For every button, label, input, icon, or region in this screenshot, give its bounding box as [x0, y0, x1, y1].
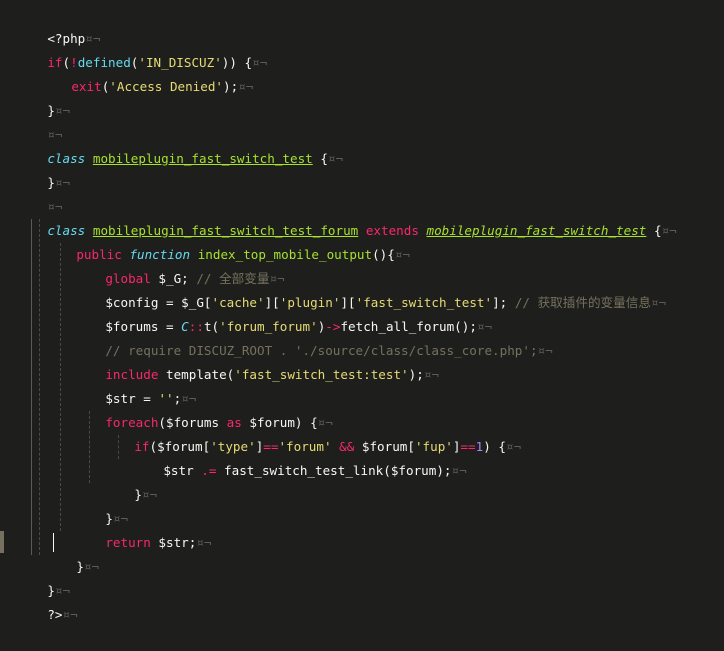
- punct: );: [223, 79, 239, 94]
- code-line[interactable]: }¤¬: [17, 555, 70, 598]
- whitespace-marker: ¤¬: [661, 223, 677, 238]
- code-line[interactable]: $forums = C::t('forum_forum')->fetch_all…: [75, 291, 492, 334]
- code-line[interactable]: if($forum['type']=='forum' && $forum['fu…: [104, 411, 521, 454]
- code-line[interactable]: }¤¬: [17, 75, 70, 118]
- whitespace-marker: ¤¬: [650, 295, 667, 310]
- code-line[interactable]: }¤¬: [104, 459, 157, 502]
- code-line[interactable]: return $str;¤¬: [75, 507, 211, 550]
- code-line[interactable]: class mobileplugin_fast_switch_test {¤¬: [17, 123, 343, 166]
- keyword: exit: [71, 79, 102, 94]
- variable: $str: [163, 463, 194, 478]
- code-line[interactable]: foreach($forums as $forum) {¤¬: [75, 387, 333, 430]
- php-close-tag: ?>: [47, 607, 63, 622]
- operator: .=: [193, 463, 225, 478]
- code-line[interactable]: $config = $_G['cache']['plugin']['fast_s…: [75, 267, 666, 310]
- whitespace-marker: ¤¬: [423, 367, 439, 382]
- class-name: mobileplugin_fast_switch_test: [92, 151, 313, 166]
- whitespace-marker: ¤¬: [141, 487, 158, 502]
- whitespace-marker: ¤¬: [252, 55, 268, 70]
- code-line[interactable]: public function index_top_mobile_output(…: [46, 219, 410, 262]
- keyword: return: [105, 535, 151, 550]
- code-line[interactable]: ¤¬: [17, 171, 62, 214]
- whitespace-marker: ¤¬: [83, 559, 100, 574]
- current-line-marker: [0, 531, 4, 553]
- code-line[interactable]: include template('fast_switch_test:test'…: [75, 339, 439, 382]
- code-line[interactable]: }¤¬: [17, 147, 70, 190]
- brace: {: [646, 223, 662, 238]
- text-cursor: [53, 533, 54, 552]
- code-line[interactable]: }¤¬: [75, 483, 128, 526]
- whitespace-marker: ¤¬: [196, 535, 212, 550]
- brace: }: [134, 487, 142, 502]
- comment: // 获取插件的变量信息: [514, 295, 651, 310]
- code-line[interactable]: $str .= fast_switch_test_link($forum);¤¬: [133, 435, 466, 478]
- whitespace-marker: ¤¬: [451, 463, 467, 478]
- code-line[interactable]: exit('Access Denied');¤¬: [41, 51, 253, 94]
- parent-class-name: mobileplugin_fast_switch_test: [426, 223, 647, 238]
- code-line[interactable]: ¤¬: [17, 99, 62, 142]
- code-line[interactable]: $str = '';¤¬: [75, 363, 196, 406]
- whitespace-marker: ¤¬: [394, 247, 411, 262]
- whitespace-marker: ¤¬: [62, 607, 78, 622]
- code-line[interactable]: class mobileplugin_fast_switch_test_foru…: [17, 195, 676, 238]
- whitespace-marker: ¤¬: [238, 79, 254, 94]
- brace: {: [312, 151, 328, 166]
- code-line[interactable]: global $_G; // 全部变量¤¬: [75, 243, 284, 286]
- whitespace-marker: ¤¬: [537, 343, 553, 358]
- code-line[interactable]: // require DISCUZ_ROOT . './source/class…: [75, 315, 552, 358]
- punct: );: [408, 367, 424, 382]
- variable: $str;: [150, 535, 197, 550]
- punct: (){: [372, 247, 395, 262]
- brace: }: [76, 559, 84, 574]
- punct: ];: [492, 295, 515, 310]
- indent-guide: [39, 219, 40, 555]
- code-line[interactable]: <?php¤¬: [17, 3, 100, 46]
- code-line[interactable]: if(!defined('IN_DISCUZ')) {¤¬: [17, 27, 267, 70]
- code-line[interactable]: ?>¤¬: [17, 579, 77, 622]
- punct: ) {: [483, 439, 506, 454]
- whitespace-marker: ¤¬: [327, 151, 344, 166]
- code-editor[interactable]: <?php¤¬ if(!defined('IN_DISCUZ')) {¤¬ ex…: [0, 0, 724, 622]
- whitespace-marker: ¤¬: [505, 439, 522, 454]
- function-call: fast_switch_test_link($forum);: [224, 463, 452, 478]
- string: 'Access Denied': [109, 79, 224, 94]
- indent-guide: [31, 219, 32, 555]
- string: 'fast_switch_test:test': [234, 367, 409, 382]
